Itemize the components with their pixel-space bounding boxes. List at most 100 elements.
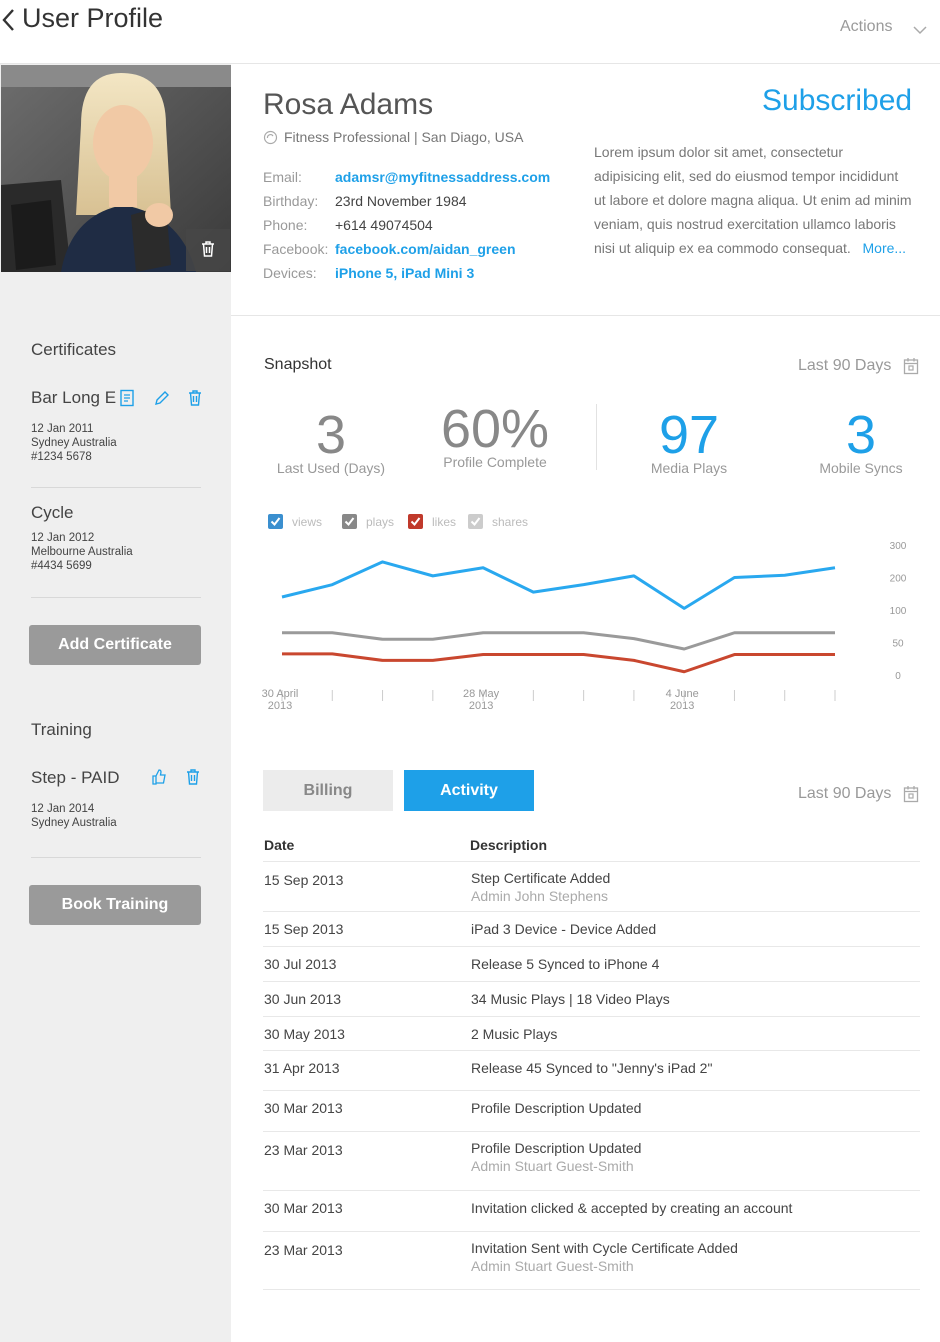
row-date: 30 May 2013 <box>264 1026 345 1042</box>
actions-menu[interactable]: Actions <box>840 18 892 36</box>
birthday-label: Birthday: <box>263 193 319 209</box>
training-title: Training <box>31 720 92 739</box>
email-link[interactable]: adamsr@myfitnessaddress.com <box>335 169 550 185</box>
table-row: 15 Sep 2013 iPad 3 Device - Device Added <box>263 912 920 947</box>
row-description: Step Certificate Added <box>471 870 611 886</box>
certificate-details: 12 Jan 2011 Sydney Australia #1234 5678 <box>31 423 117 463</box>
bio-more-link[interactable]: More... <box>863 240 907 256</box>
thumbs-up-icon[interactable] <box>151 768 167 786</box>
table-row: 30 Jul 2013 Release 5 Synced to iPhone 4 <box>263 947 920 982</box>
certificates-title: Certificates <box>31 340 117 359</box>
divider <box>31 487 201 488</box>
top-bar: User Profile Actions <box>0 0 940 64</box>
row-description: Invitation clicked & accepted by creatin… <box>471 1200 793 1216</box>
row-date: 30 Mar 2013 <box>264 1100 343 1116</box>
table-row: 23 Mar 2013 Profile Description Updated Ad… <box>263 1132 920 1191</box>
snapshot-line-chart: 0 50 100 200 300 30 April 2013 28 May 2013 4 June… <box>262 541 907 712</box>
divider <box>31 597 201 598</box>
table-row: 30 Mar 2013 Invitation clicked & accepted… <box>263 1191 920 1232</box>
row-description: 34 Music Plays | 18 Video Plays <box>471 991 670 1007</box>
training-name: Step - PAID <box>31 768 120 787</box>
facebook-label: Facebook: <box>263 241 329 257</box>
row-date: 30 Jul 2013 <box>264 956 337 972</box>
table-row: 30 Mar 2013 Profile Description Updated <box>263 1091 920 1132</box>
divider <box>231 315 940 316</box>
x-tick-label: 28 May 2013 <box>463 688 500 712</box>
series-line-likes <box>282 652 835 674</box>
row-date: 31 Apr 2013 <box>264 1060 340 1076</box>
tab-billing[interactable]: Billing <box>263 770 393 811</box>
row-actor: Admin John Stephens <box>471 888 608 904</box>
certificate-name: Bar Long E <box>31 388 117 407</box>
row-actor: Admin Stuart Guest-Smith <box>471 1258 634 1274</box>
devices-label: Devices: <box>263 265 317 281</box>
phone-value: +614 49074504 <box>335 217 433 233</box>
row-description: Invitation Sent with Cycle Certificate A… <box>471 1240 738 1256</box>
checkbox-icon <box>342 514 357 529</box>
row-actor: Admin Stuart Guest-Smith <box>471 1158 634 1174</box>
stat-media-plays: 97 Media Plays <box>650 405 728 476</box>
book-training-button[interactable]: Book Training <box>29 885 201 925</box>
y-tick-label: 50 <box>892 639 904 650</box>
page-title: User Profile <box>22 3 164 33</box>
snapshot-range-select[interactable]: Last 90 Days <box>798 357 891 375</box>
facebook-link[interactable]: facebook.com/aidan_green <box>335 241 516 257</box>
calendar-icon[interactable] <box>903 357 919 375</box>
table-row: 31 Apr 2013 Release 45 Synced to "Jenny's… <box>263 1051 920 1091</box>
training-details: 12 Jan 2014 Sydney Australia <box>31 803 117 829</box>
row-date: 30 Mar 2013 <box>264 1200 343 1216</box>
checkbox-icon <box>468 514 483 529</box>
snapshot-title: Snapshot <box>264 356 332 373</box>
column-header-date: Date <box>264 837 295 853</box>
y-tick-label: 200 <box>890 574 907 585</box>
tab-activity[interactable]: Activity <box>404 770 534 811</box>
profile-bio: Lorem ipsum dolor sit amet, consectetur … <box>594 144 912 256</box>
row-date: 15 Sep 2013 <box>264 921 344 937</box>
trash-icon[interactable] <box>187 389 203 407</box>
delete-photo-button[interactable] <box>186 229 230 271</box>
user-name: Rosa Adams <box>263 88 434 121</box>
email-label: Email: <box>263 169 302 185</box>
back-chevron-icon[interactable] <box>0 6 18 34</box>
row-description: iPad 3 Device - Device Added <box>471 921 657 937</box>
table-row: 30 Jun 2013 34 Music Plays | 18 Video Pla… <box>263 982 920 1017</box>
add-certificate-button[interactable]: Add Certificate <box>29 625 201 665</box>
checkbox-icon <box>408 514 423 529</box>
certificate-doc-icon[interactable] <box>119 389 135 407</box>
x-tick-label: 30 April 2013 <box>262 688 299 712</box>
x-tick-label: 4 June 2013 <box>666 688 699 712</box>
divider <box>596 404 597 470</box>
series-line-plays <box>282 631 835 651</box>
subscription-status: Subscribed <box>762 84 913 117</box>
row-description: 2 Music Plays <box>471 1026 558 1042</box>
trash-icon <box>202 241 214 257</box>
y-tick-label: 0 <box>895 671 901 682</box>
row-description: Release 45 Synced to "Jenny's iPad 2" <box>471 1060 713 1076</box>
row-date: 30 Jun 2013 <box>264 991 342 1007</box>
phone-label: Phone: <box>263 217 308 233</box>
table-row: 30 May 2013 2 Music Plays <box>263 1017 920 1051</box>
stat-mobile-syncs: 3 Mobile Syncs <box>819 405 903 476</box>
row-date: 23 Mar 2013 <box>264 1242 343 1258</box>
y-tick-label: 100 <box>890 606 907 617</box>
certificate-name: Cycle <box>31 503 74 522</box>
trash-icon[interactable] <box>185 768 201 786</box>
edit-pencil-icon[interactable] <box>153 389 169 407</box>
row-description: Release 5 Synced to iPhone 4 <box>471 956 660 972</box>
certificate-details: 12 Jan 2012 Melbourne Australia #4434 56… <box>31 532 133 572</box>
row-description: Profile Description Updated <box>471 1100 642 1116</box>
chevron-down-icon[interactable] <box>912 22 928 35</box>
table-row: 15 Sep 2013 Step Certificate Added Admin J… <box>263 862 920 912</box>
profile-photo <box>1 65 231 272</box>
user-subtitle: Fitness Professional | San Diago, USA <box>284 129 524 145</box>
divider <box>31 857 201 858</box>
row-date: 23 Mar 2013 <box>264 1142 343 1158</box>
sidebar: Certificates Bar Long E 12 Jan 2011 Sydn… <box>0 64 231 1342</box>
stat-last-used: 3 Last Used (Days) <box>276 405 386 476</box>
calendar-icon[interactable] <box>903 785 919 803</box>
checkbox-icon <box>268 514 283 529</box>
activity-range-select[interactable]: Last 90 Days <box>798 785 891 803</box>
stat-profile-complete: 60% Profile Complete <box>440 399 550 470</box>
devices-link[interactable]: iPhone 5, iPad Mini 3 <box>335 265 474 281</box>
location-icon <box>263 130 278 145</box>
